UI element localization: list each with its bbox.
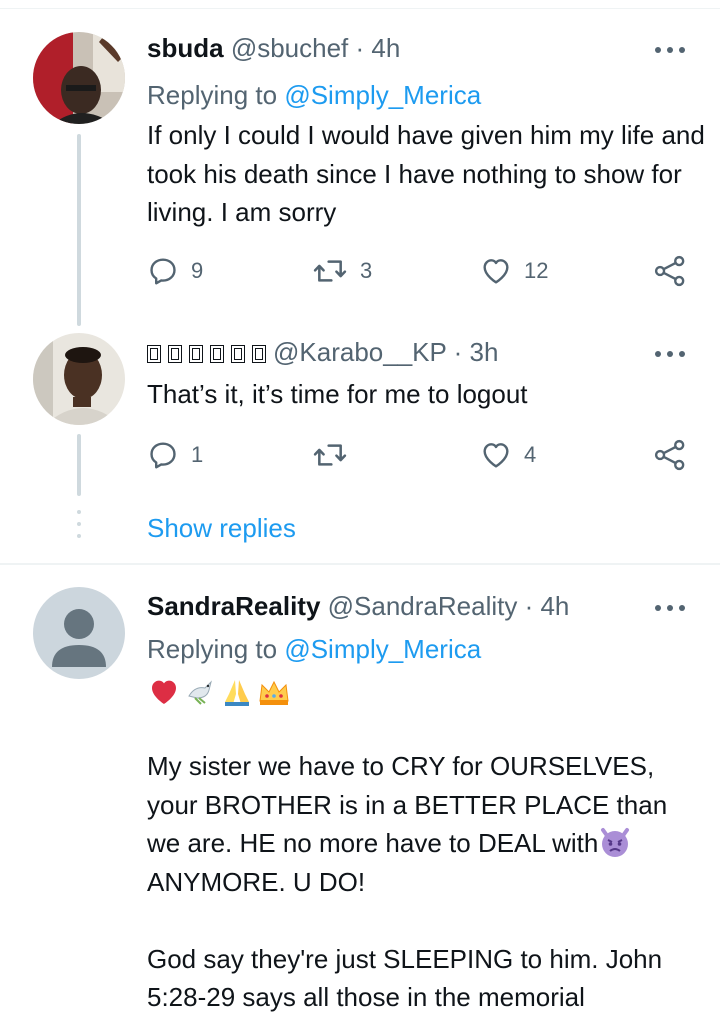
like-button[interactable]: 12	[480, 254, 548, 288]
reply-count: 1	[191, 442, 204, 467]
retweet-icon	[313, 444, 347, 466]
tweet-text-p2: God say they're just SLEEPING to him. Jo…	[147, 943, 663, 1013]
missing-glyph-icon	[189, 345, 203, 363]
more-replies-dots	[77, 510, 81, 550]
avatar[interactable]	[33, 32, 125, 124]
folded-hands-icon	[225, 680, 249, 706]
share-icon	[654, 439, 685, 471]
replying-to: Replying to @Simply_Merica	[147, 633, 481, 665]
crown-icon	[259, 680, 289, 705]
separator: ·	[517, 591, 541, 621]
replying-to-link[interactable]: @Simply_Merica	[284, 80, 481, 110]
action-bar: 1 4	[147, 438, 697, 472]
retweet-button[interactable]	[312, 438, 348, 472]
retweet-count: 3	[360, 258, 373, 283]
thread-line	[77, 134, 81, 326]
thread-line	[77, 434, 81, 496]
tweet-text-p1-end: ANYMORE. U DO!	[147, 866, 366, 897]
reply-icon	[150, 258, 176, 285]
tweet-text: My sister we have to CRY for OURSELVES, …	[147, 747, 707, 1017]
share-button[interactable]	[653, 438, 687, 472]
missing-glyph-icon	[210, 345, 224, 363]
like-count: 4	[524, 442, 537, 467]
retweet-icon	[313, 260, 347, 282]
share-icon	[654, 255, 685, 287]
tweet-text: If only I could I would have given him m…	[147, 120, 705, 227]
replying-to-link[interactable]: @Simply_Merica	[284, 634, 481, 664]
missing-glyph-icon	[231, 345, 245, 363]
heart-icon	[483, 443, 509, 468]
tweet-karabo[interactable]: @Karabo__KP · 3h That’s it, it’s time fo…	[0, 330, 720, 565]
like-count: 12	[524, 258, 549, 283]
handle[interactable]: @Karabo__KP	[273, 337, 446, 367]
angry-devil-icon	[601, 828, 630, 857]
missing-glyph-icon	[147, 345, 161, 363]
missing-glyph-icon	[168, 345, 182, 363]
tweet-text: That’s it, it’s time for me to logout	[147, 379, 528, 409]
avatar[interactable]	[33, 333, 125, 425]
reply-button[interactable]: 9	[147, 254, 203, 288]
action-bar: 9 3 12	[147, 254, 697, 288]
more-options-icon[interactable]	[652, 602, 688, 614]
replying-to-label: Replying to	[147, 80, 285, 110]
more-options-icon[interactable]	[652, 44, 688, 56]
like-button[interactable]: 4	[480, 438, 536, 472]
replying-to: Replying to @Simply_Merica	[147, 79, 481, 111]
timestamp[interactable]: 3h	[469, 337, 498, 367]
red-heart-icon	[152, 680, 176, 704]
handle[interactable]: @SandraReality	[328, 591, 518, 621]
tweet-sbuda[interactable]: sbuda @sbuchef · 4h Replying to @Simply_…	[0, 0, 720, 330]
replying-to-label: Replying to	[147, 634, 285, 664]
avatar[interactable]	[33, 587, 125, 679]
display-name[interactable]: sbuda	[147, 33, 224, 63]
dove-icon	[188, 680, 212, 705]
separator: ·	[348, 33, 372, 63]
more-options-icon[interactable]	[652, 348, 688, 360]
share-button[interactable]	[653, 254, 687, 288]
tweet-header: sbuda @sbuchef · 4h	[147, 32, 400, 64]
timestamp[interactable]: 4h	[371, 33, 400, 63]
tweet-sandrareality[interactable]: SandraReality @SandraReality · 4h Replyi…	[0, 565, 720, 1017]
tweet-text-p1: My sister we have to CRY for OURSELVES, …	[147, 751, 668, 858]
reply-icon	[150, 442, 176, 469]
handle[interactable]: @sbuchef	[231, 33, 348, 63]
tweet-header: @Karabo__KP · 3h	[147, 336, 498, 368]
display-name[interactable]	[147, 337, 273, 367]
show-replies-link[interactable]: Show replies	[147, 512, 296, 544]
reply-count: 9	[191, 258, 204, 283]
emoji-row	[147, 675, 291, 709]
display-name[interactable]: SandraReality	[147, 591, 320, 621]
missing-glyph-icon	[252, 345, 266, 363]
tweet-header: SandraReality @SandraReality · 4h	[147, 590, 569, 622]
retweet-button[interactable]: 3	[312, 254, 372, 288]
timestamp[interactable]: 4h	[540, 591, 569, 621]
heart-icon	[483, 259, 509, 284]
reply-button[interactable]: 1	[147, 438, 203, 472]
separator: ·	[446, 337, 470, 367]
